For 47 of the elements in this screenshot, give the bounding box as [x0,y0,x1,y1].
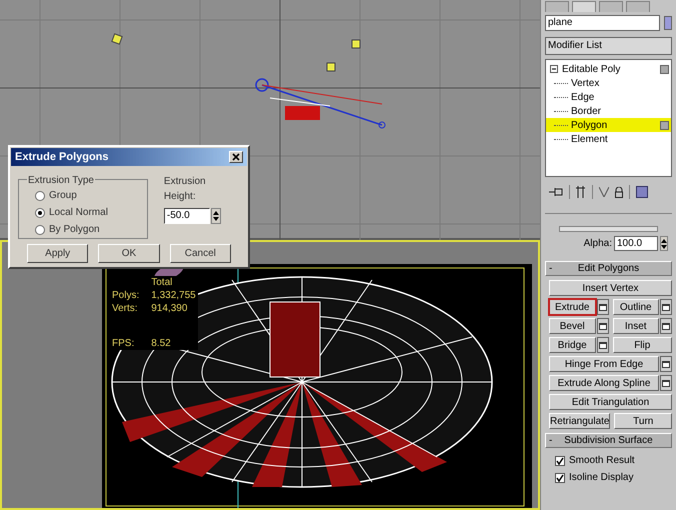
collapse-sign: - [549,262,554,276]
radio-label: By Polygon [49,223,100,237]
rollout-title: Edit Polygons [576,262,640,276]
alpha-label: Alpha: [584,237,612,251]
rollout-title: Subdivision Surface [563,434,654,448]
tool-button[interactable]: Bridge [549,337,596,353]
dialog-button[interactable]: Apply [27,244,88,263]
radio-label: Local Normal [49,206,108,220]
tool-button[interactable]: Inset [612,318,659,334]
rollout-header[interactable]: - Subdivision Surface [545,433,672,448]
stack-sub-item[interactable]: Border [546,104,671,118]
tool-button[interactable]: Extrude [549,299,596,315]
group-label: Extrusion Type [27,173,95,188]
stack-sub-item[interactable]: Element [546,132,671,146]
collapse-sign: - [549,434,554,448]
extrusion-height-field[interactable]: -50.0 [164,208,210,224]
tool-button[interactable]: Extrude Along Spline [549,375,659,391]
tool-button[interactable]: Turn [614,413,672,429]
stack-sub-item[interactable]: Polygon [546,118,671,132]
radio-label: Group [49,189,77,203]
dialog-button[interactable]: Cancel [170,244,231,263]
tool-button[interactable]: Hinge From Edge [549,356,659,372]
tool-button[interactable]: Flip [612,337,672,353]
stats-label: Polys: [112,289,140,302]
extrusion-height-label: Extrusion Height: [164,175,207,204]
checkbox-label: Smooth Result [569,454,635,468]
tool-button[interactable]: Outline [612,299,659,315]
stack-sub-item[interactable]: Vertex [546,76,671,90]
stack-sub-item[interactable]: Edge [546,90,671,104]
modifier-list-dropdown[interactable]: Modifier List [545,37,672,55]
fps-value: 8.52 [151,337,172,350]
checkbox-label: Isoline Display [569,471,634,485]
tool-button[interactable]: Insert Vertex [549,280,672,296]
tool-button[interactable]: Bevel [549,318,596,334]
dialog-title: Extrude Polygons [15,150,109,165]
dialog-button[interactable]: OK [98,244,160,263]
fps-label: FPS: [112,337,136,350]
stats-value: 914,390 [151,302,188,315]
stack-item[interactable]: Editable Poly [562,62,656,76]
tool-button[interactable]: Retriangulate [549,413,610,429]
object-name-field[interactable]: plane [545,15,660,31]
rollout-header[interactable]: - Edit Polygons [545,261,672,276]
stats-label: Verts: [112,302,139,315]
alpha-field[interactable]: 100.0 [614,236,658,251]
stats-value: 1,332,755 [151,289,196,302]
stats-header: Total [151,276,174,289]
tool-button[interactable]: Edit Triangulation [549,394,672,410]
